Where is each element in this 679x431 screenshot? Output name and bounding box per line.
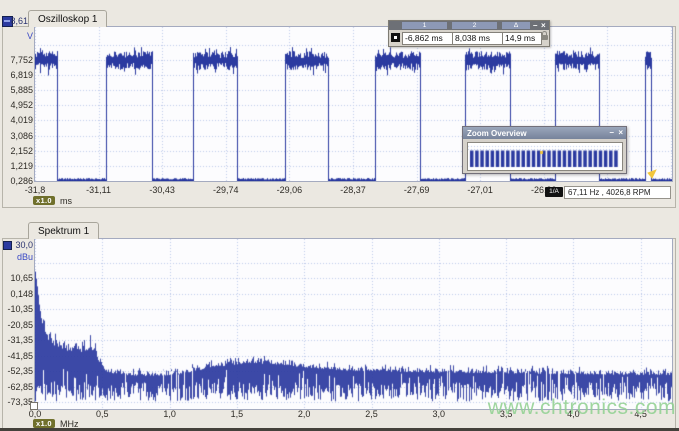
y-tick-label: 0,148 xyxy=(10,288,33,299)
x-tick-label: 1,5 xyxy=(230,409,244,419)
zoom-overview-minimize-button[interactable]: – xyxy=(610,129,614,137)
y-tick-label: 1,219 xyxy=(10,160,33,171)
spectrum-plot xyxy=(34,238,673,410)
zoom-overview-window[interactable]: Zoom Overview – × xyxy=(462,126,627,174)
freq-scale-badge[interactable]: x1.0 xyxy=(33,419,55,428)
watermark-text: www.chtronics.com xyxy=(487,396,676,419)
zoom-overview-canvas[interactable] xyxy=(468,143,620,168)
status-source-icon: 1/A xyxy=(545,187,563,197)
zoom-overview-titlebar[interactable]: Zoom Overview – × xyxy=(463,127,626,139)
tab-label: Spektrum 1 xyxy=(38,226,90,237)
spectrum-plot-canvas[interactable] xyxy=(35,239,672,409)
marker1-value-field[interactable]: -6,862 ms xyxy=(402,32,453,45)
zoom-overview-title: Zoom Overview xyxy=(467,129,527,138)
marker2-column-header: 2 xyxy=(452,22,497,29)
axis-origin-handle[interactable] xyxy=(30,402,38,410)
tab-oszilloskop-1[interactable]: Oszilloskop 1 xyxy=(28,10,108,27)
toolbar-close-button[interactable]: × xyxy=(541,22,546,30)
y-tick-label: 5,885 xyxy=(10,85,33,96)
tab-spektrum-1[interactable]: Spektrum 1 xyxy=(28,222,100,239)
x-tick-label: -29,06 xyxy=(276,185,303,195)
tab-label: Oszilloskop 1 xyxy=(38,14,98,25)
time-scale-badge[interactable]: x1.0 xyxy=(33,196,55,205)
y-tick-label: -73,35 xyxy=(7,397,33,407)
y-tick-label: -41,85 xyxy=(7,350,33,361)
marker2-value-field[interactable]: 8,038 ms xyxy=(452,32,503,45)
toolbar-drag-handle-icon[interactable] xyxy=(391,33,400,42)
y-tick-label: 3,086 xyxy=(10,130,33,141)
multi-channel-scope-window: Oszilloskop 1 8,618 V 7,752 6,819 5,885 4,9… xyxy=(0,0,679,431)
y-tick-label: 10,65 xyxy=(10,273,33,283)
x-tick-label: 2,5 xyxy=(365,409,378,419)
y-tick-label: 6,819 xyxy=(10,70,33,81)
zoom-overview-body xyxy=(467,142,623,171)
y-tick-label: -31,35 xyxy=(7,335,33,345)
markers-toolbar[interactable]: 1 2 Δ – × -6,862 ms 8,038 ms 14,9 ms xyxy=(388,20,550,47)
y-axis-max-label: 30,0 xyxy=(15,240,33,250)
y-tick-label: -52,35 xyxy=(7,366,33,376)
zoom-overview-close-button[interactable]: × xyxy=(618,129,623,137)
x-tick-label: -28,37 xyxy=(340,185,366,195)
x-tick-label: -31,11 xyxy=(86,185,112,195)
x-tick-label: 3,0 xyxy=(432,409,446,419)
toolbar-minimize-button[interactable]: – xyxy=(533,22,537,30)
y-tick-label: -62,85 xyxy=(7,381,33,392)
y-axis-unit: V xyxy=(26,31,33,41)
y-tick-label: 4,952 xyxy=(10,100,33,111)
y-tick-label: 4,019 xyxy=(10,115,33,126)
x-axis-unit: ms xyxy=(60,196,72,206)
y-tick-label: -20,85 xyxy=(7,319,33,330)
x-tick-label: -27,69 xyxy=(403,185,430,195)
x-tick-label: 2,0 xyxy=(297,409,311,419)
delta-column-header: Δ xyxy=(502,22,530,29)
x-tick-label: 1,0 xyxy=(163,409,176,419)
x-tick-label: 0,0 xyxy=(28,409,42,419)
marker1-column-header: 1 xyxy=(402,22,447,29)
x-tick-label: -27,01 xyxy=(467,185,493,195)
y-axis-unit: dBu xyxy=(16,252,33,262)
delta-value-field[interactable]: 14,9 ms xyxy=(502,32,542,45)
x-tick-label: -31,8 xyxy=(24,185,46,195)
y-tick-label: 2,152 xyxy=(10,145,33,156)
x-tick-label: -29,74 xyxy=(213,185,239,195)
x-tick-label: -30,43 xyxy=(149,185,175,195)
lock-icon[interactable] xyxy=(541,31,548,40)
x-tick-label: 0,5 xyxy=(96,409,109,419)
status-readout: 67,11 Hz , 4026,8 RPM xyxy=(564,186,671,199)
y-tick-label: -10,35 xyxy=(7,304,33,314)
y-tick-label: 7,752 xyxy=(10,55,33,65)
